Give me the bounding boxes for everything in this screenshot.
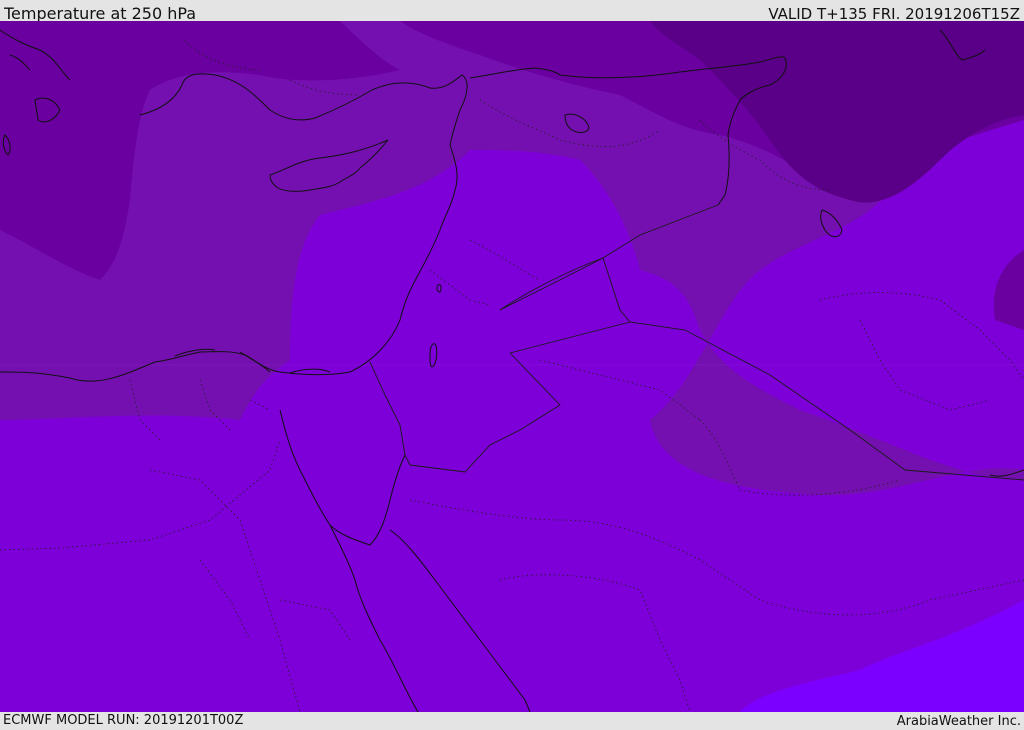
header-bar: Temperature at 250 hPa VALID T+135 FRI. … [0, 0, 1024, 23]
credit: ArabiaWeather Inc. [896, 714, 1021, 729]
footer-bar: ECMWF MODEL RUN: 20191201T00Z ArabiaWeat… [0, 712, 1024, 729]
map-canvas [0, 21, 1024, 712]
model-run: ECMWF MODEL RUN: 20191201T00Z [3, 713, 244, 728]
temperature-map[interactable] [0, 21, 1024, 712]
